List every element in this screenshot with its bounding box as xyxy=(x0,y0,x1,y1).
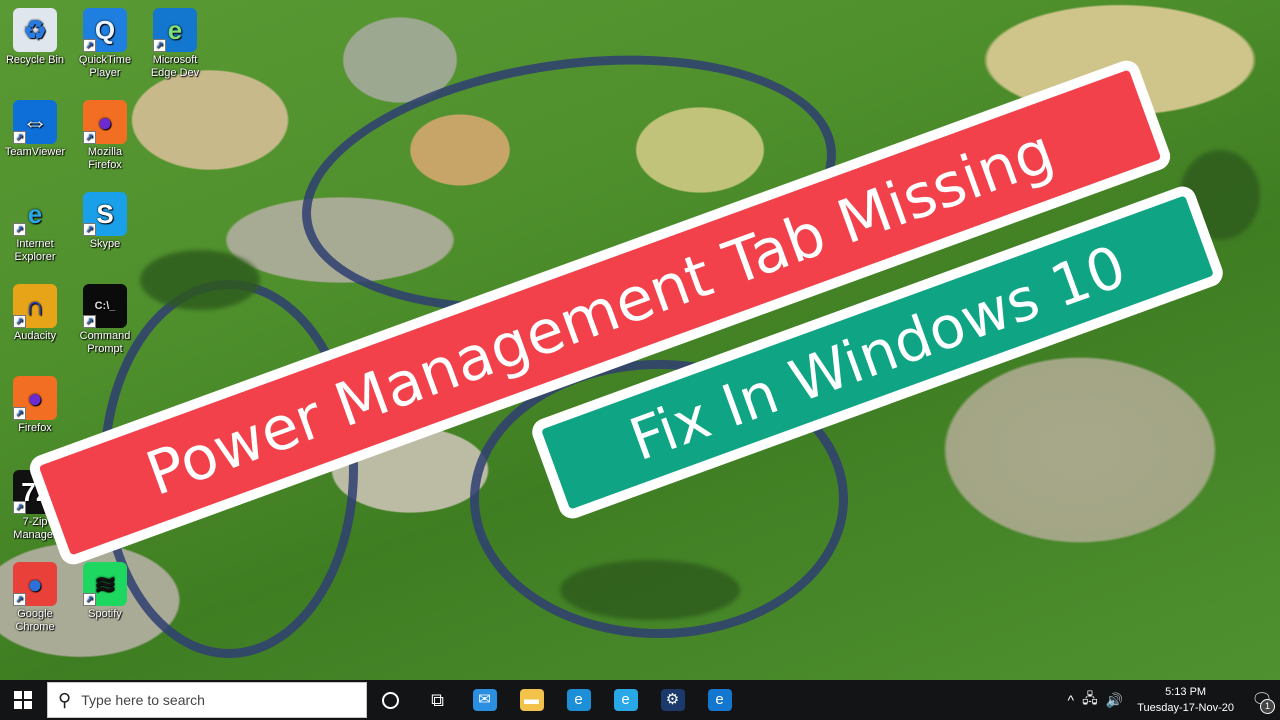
taskbar-app-microsoft-edge[interactable]: e xyxy=(555,680,602,720)
system-tray: ^ 🖧 🔊 5:13 PM Tuesday-17-Nov-20 🗨 1 xyxy=(1064,680,1280,720)
shortcut-arrow-icon: ↗ xyxy=(83,131,96,144)
edge-icon: e xyxy=(566,689,591,711)
firefox-icon: ● ↗ xyxy=(13,376,57,420)
search-icon: ⚲ xyxy=(58,689,72,710)
desktop-icon-firefox[interactable]: ● ↗ Firefox xyxy=(0,376,70,435)
pinned-apps: ✉ ▬ e e ⚙ e xyxy=(461,680,743,720)
desktop-icon-label: QuickTime Player xyxy=(78,54,132,79)
desktop-icon-label: Microsoft Edge Dev xyxy=(150,54,200,79)
desktop-icon-label: Internet Explorer xyxy=(14,238,56,263)
shortcut-arrow-icon: ↗ xyxy=(83,39,96,52)
firefox-icon: ● ↗ xyxy=(83,100,127,144)
edge-dev-icon: e xyxy=(707,689,732,711)
desktop-icon-audacity[interactable]: ∩ ↗ Audacity xyxy=(0,284,70,343)
taskbar-app-internet-explorer[interactable]: e xyxy=(602,680,649,720)
desktop-icon-quicktime-player[interactable]: Q ↗ QuickTime Player xyxy=(70,8,140,80)
notification-count-badge: 1 xyxy=(1260,699,1275,714)
quicktime-icon: Q ↗ xyxy=(83,8,127,52)
shortcut-arrow-icon: ↗ xyxy=(83,223,96,236)
clock-date: Tuesday-17-Nov-20 xyxy=(1137,702,1234,714)
recycle-bin-icon: ♻ xyxy=(13,8,57,52)
task-view-icon: ⧉ xyxy=(431,689,444,710)
cortana-button[interactable] xyxy=(367,680,414,720)
desktop-icon-label: Google Chrome xyxy=(15,608,55,633)
shortcut-arrow-icon: ↗ xyxy=(13,593,26,606)
desktop-icon-label: Audacity xyxy=(13,330,57,342)
shortcut-arrow-icon: ↗ xyxy=(83,315,96,328)
task-view-button[interactable]: ⧉ xyxy=(414,680,461,720)
taskbar-app-mail[interactable]: ✉ xyxy=(461,680,508,720)
internet-explorer-icon: e ↗ xyxy=(13,192,57,236)
desktop-icon-label: Skype xyxy=(89,238,121,250)
desktop-icon-skype[interactable]: S ↗ Skype xyxy=(70,192,140,251)
shortcut-arrow-icon: ↗ xyxy=(13,501,26,514)
action-center-button[interactable]: 🗨 1 xyxy=(1244,680,1280,720)
desktop-icon-label: Command Prompt xyxy=(79,330,131,355)
desktop-icon-recycle-bin[interactable]: ♻ Recycle Bin xyxy=(0,8,70,67)
volume-icon[interactable]: 🔊 xyxy=(1102,692,1127,709)
desktop-icon-google-chrome[interactable]: ● ↗ Google Chrome xyxy=(0,562,70,634)
desktop-icon-label: Firefox xyxy=(18,422,52,434)
skype-icon: S ↗ xyxy=(83,192,127,236)
network-icon[interactable]: 🖧 xyxy=(1078,688,1102,712)
shortcut-arrow-icon: ↗ xyxy=(13,407,26,420)
trees xyxy=(140,250,260,310)
desktop-icon-spotify[interactable]: ≋ ↗ Spotify xyxy=(70,562,140,621)
taskbar: ⚲ Type here to search ⧉ ✉ ▬ e e ⚙ e ^ 🖧 🔊 5:1… xyxy=(0,680,1280,720)
taskbar-app-file-explorer[interactable]: ▬ xyxy=(508,680,555,720)
desktop-icon-label: TeamViewer xyxy=(4,146,66,158)
trees xyxy=(560,560,740,620)
cortana-icon xyxy=(382,691,399,709)
search-placeholder: Type here to search xyxy=(81,692,205,708)
teamviewer-icon: ⇔ ↗ xyxy=(13,100,57,144)
shortcut-arrow-icon: ↗ xyxy=(13,315,26,328)
chrome-icon: ● ↗ xyxy=(13,562,57,606)
windows-logo-icon xyxy=(14,691,32,709)
mail-icon: ✉ xyxy=(472,689,497,711)
spotify-icon: ≋ ↗ xyxy=(83,562,127,606)
shortcut-arrow-icon: ↗ xyxy=(83,593,96,606)
desktop-icon-internet-explorer[interactable]: e ↗ Internet Explorer xyxy=(0,192,70,264)
edge-dev-icon: e ↗ xyxy=(153,8,197,52)
steam-icon: ⚙ xyxy=(660,689,685,711)
search-box[interactable]: ⚲ Type here to search xyxy=(47,682,367,718)
taskbar-app-edge-dev[interactable]: e xyxy=(696,680,743,720)
show-hidden-icons-button[interactable]: ^ xyxy=(1064,692,1079,708)
desktop-icon-label: Recycle Bin xyxy=(5,54,65,66)
clock[interactable]: 5:13 PM Tuesday-17-Nov-20 xyxy=(1127,684,1244,716)
desktop-icon-label: Mozilla Firefox xyxy=(87,146,123,171)
desktop-icon-label: Spotify xyxy=(88,608,122,620)
shortcut-arrow-icon: ↗ xyxy=(13,223,26,236)
internet-explorer-icon: e xyxy=(613,689,638,711)
clock-time: 5:13 PM xyxy=(1165,686,1207,698)
shortcut-arrow-icon: ↗ xyxy=(13,131,26,144)
folder-icon: ▬ xyxy=(519,689,544,711)
desktop-icon-mozilla-firefox[interactable]: ● ↗ Mozilla Firefox xyxy=(70,100,140,172)
start-button[interactable] xyxy=(0,680,46,720)
taskbar-app-steam[interactable]: ⚙ xyxy=(649,680,696,720)
audacity-icon: ∩ ↗ xyxy=(13,284,57,328)
command-prompt-icon: C:\_ ↗ xyxy=(83,284,127,328)
shortcut-arrow-icon: ↗ xyxy=(153,39,166,52)
desktop-icon-teamviewer[interactable]: ⇔ ↗ TeamViewer xyxy=(0,100,70,159)
desktop-icon-command-prompt[interactable]: C:\_ ↗ Command Prompt xyxy=(70,284,140,356)
desktop-icon-microsoft-edge-dev[interactable]: e ↗ Microsoft Edge Dev xyxy=(140,8,210,80)
